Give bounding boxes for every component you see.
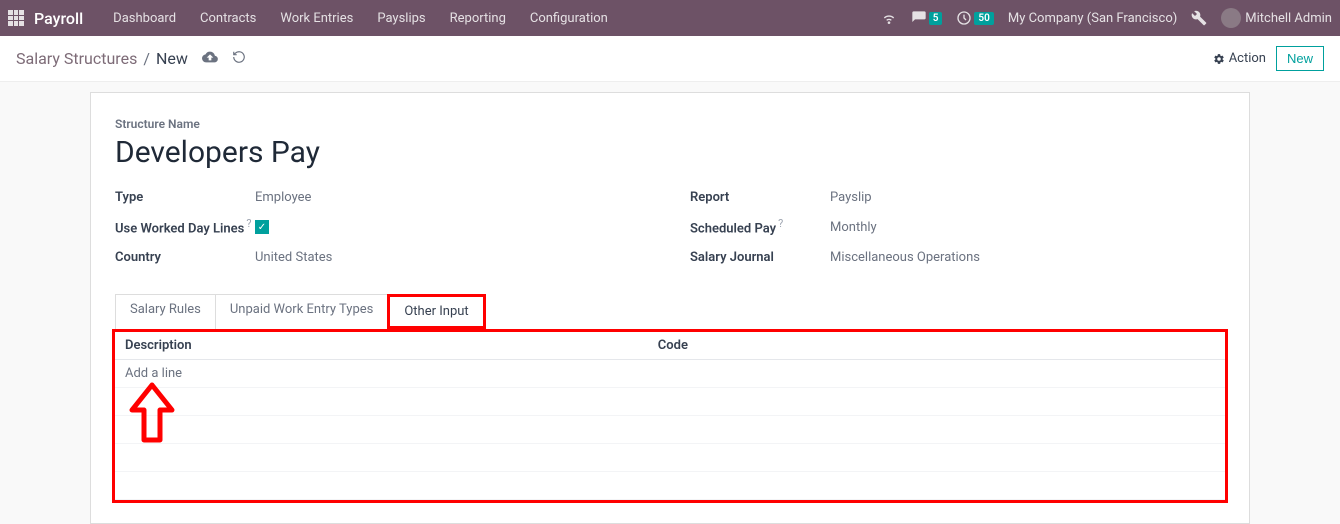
other-input-table: Description Code Add a line: [115, 332, 1225, 500]
tab-unpaid-work-entry-types[interactable]: Unpaid Work Entry Types: [215, 294, 388, 329]
worked-day-lines-checkbox[interactable]: ✓: [255, 220, 269, 234]
breadcrumb-right: Action New: [1213, 46, 1324, 71]
content: Structure Name Developers Pay Type Emplo…: [0, 92, 1340, 524]
new-button[interactable]: New: [1276, 46, 1324, 71]
country-value[interactable]: United States: [255, 250, 332, 265]
table-row: [115, 416, 1225, 444]
form-columns: Type Employee Use Worked Day Lines? ✓ Co…: [115, 186, 1225, 276]
messages-badge: 5: [929, 12, 943, 25]
tabs: Salary Rules Unpaid Work Entry Types Oth…: [115, 294, 1225, 329]
navbar-right: 5 50 My Company (San Francisco) Mitchell…: [881, 8, 1332, 28]
nav-payslips[interactable]: Payslips: [365, 0, 437, 36]
cloud-save-icon[interactable]: [202, 49, 218, 69]
apps-icon[interactable]: [8, 10, 24, 26]
breadcrumb-current: New: [156, 49, 188, 68]
col-code[interactable]: Code: [648, 332, 1225, 360]
breadcrumb-icons: [202, 49, 246, 69]
salary-journal-value[interactable]: Miscellaneous Operations: [830, 250, 980, 265]
col-description[interactable]: Description: [115, 332, 648, 360]
top-navbar: Payroll Dashboard Contracts Work Entries…: [0, 0, 1340, 36]
table-row: Add a line: [115, 360, 1225, 388]
table-row: [115, 388, 1225, 416]
country-label: Country: [115, 250, 255, 265]
type-value[interactable]: Employee: [255, 190, 311, 205]
tab-other-input[interactable]: Other Input: [387, 294, 485, 329]
activity-badge: 50: [974, 12, 993, 25]
action-dropdown[interactable]: Action: [1213, 51, 1266, 66]
form-col-right: Report Payslip Scheduled Pay? Monthly Sa…: [690, 186, 1225, 276]
activity-icon[interactable]: 50: [956, 10, 993, 26]
form-sheet: Structure Name Developers Pay Type Emplo…: [90, 92, 1250, 524]
nav-work-entries[interactable]: Work Entries: [268, 0, 365, 36]
tools-icon[interactable]: [1191, 10, 1207, 26]
salary-journal-label: Salary Journal: [690, 250, 830, 265]
messages-icon[interactable]: 5: [911, 10, 943, 26]
nav-reporting[interactable]: Reporting: [438, 0, 518, 36]
structure-name-value[interactable]: Developers Pay: [115, 135, 1225, 170]
user-name: Mitchell Admin: [1245, 11, 1332, 26]
nav-configuration[interactable]: Configuration: [518, 0, 620, 36]
report-label: Report: [690, 190, 830, 205]
breadcrumb-sep: /: [143, 49, 150, 68]
add-a-line[interactable]: Add a line: [125, 366, 182, 381]
action-label: Action: [1229, 51, 1266, 66]
scheduled-pay-label: Scheduled Pay?: [690, 217, 830, 236]
navbar-left: Payroll Dashboard Contracts Work Entries…: [8, 0, 620, 36]
app-brand[interactable]: Payroll: [34, 9, 83, 28]
table-row: [115, 472, 1225, 500]
nav-contracts[interactable]: Contracts: [188, 0, 268, 36]
breadcrumb-bar: Salary Structures / New Action New: [0, 36, 1340, 82]
nav-dashboard[interactable]: Dashboard: [101, 0, 188, 36]
wifi-icon[interactable]: [881, 10, 897, 26]
avatar: [1221, 8, 1241, 28]
report-value[interactable]: Payslip: [830, 190, 872, 205]
other-input-table-highlight: Description Code Add a line: [112, 329, 1228, 503]
worked-day-lines-label: Use Worked Day Lines?: [115, 217, 255, 236]
discard-icon[interactable]: [232, 50, 246, 68]
scheduled-pay-value[interactable]: Monthly: [830, 220, 877, 235]
company-selector[interactable]: My Company (San Francisco): [1008, 11, 1177, 26]
structure-name-label: Structure Name: [115, 117, 1225, 131]
tab-salary-rules[interactable]: Salary Rules: [115, 294, 216, 329]
breadcrumb-parent[interactable]: Salary Structures: [16, 49, 137, 68]
form-col-left: Type Employee Use Worked Day Lines? ✓ Co…: [115, 186, 650, 276]
table-row: [115, 444, 1225, 472]
type-label: Type: [115, 190, 255, 205]
breadcrumb: Salary Structures / New: [16, 49, 188, 68]
gear-icon: [1213, 53, 1225, 65]
user-menu[interactable]: Mitchell Admin: [1221, 8, 1332, 28]
